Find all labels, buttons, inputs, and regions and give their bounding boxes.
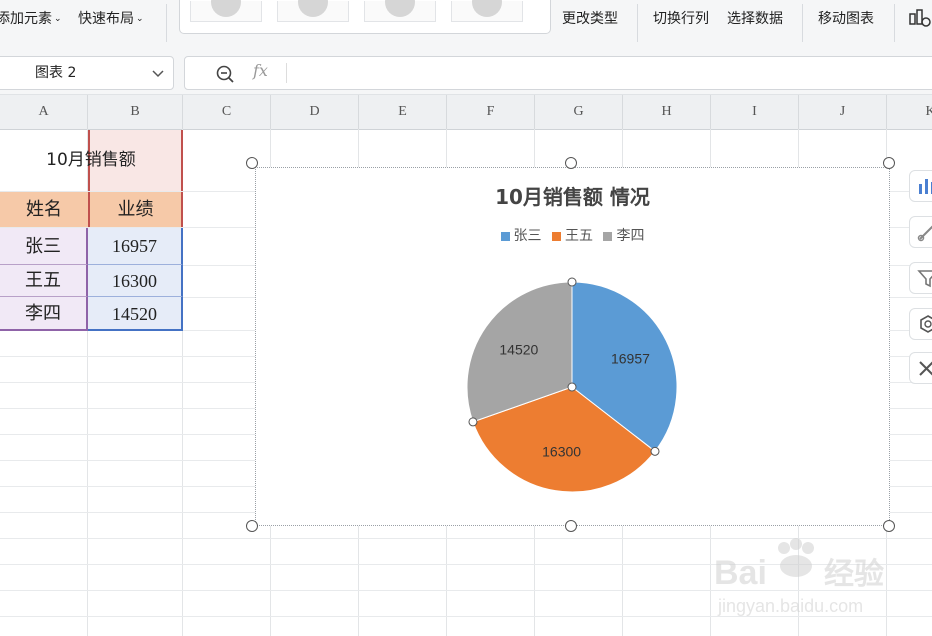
name-box[interactable]: 图表 2 [0, 56, 174, 90]
chart-style-thumb[interactable] [451, 0, 523, 22]
quick-layout-button[interactable]: 快速布局 ⌄ [78, 0, 144, 38]
chart-settings-icon [909, 9, 931, 27]
change-type-label: 更改类型 [562, 11, 618, 27]
svg-text:Bai: Bai [714, 554, 767, 592]
formula-input[interactable]: fx [184, 56, 932, 90]
name-box-value: 图表 2 [35, 65, 77, 81]
chevron-down-icon: ⌄ [136, 14, 144, 24]
chevron-down-icon: ⌄ [54, 14, 62, 24]
column-header-b[interactable]: B [88, 95, 183, 129]
resize-handle-bottom-left[interactable] [246, 520, 258, 532]
data-label[interactable]: 14520 [499, 341, 538, 357]
chevron-down-icon [152, 70, 164, 78]
divider [166, 4, 167, 42]
column-header-j[interactable]: J [799, 95, 887, 129]
divider [286, 63, 287, 83]
resize-handle-top-right[interactable] [883, 157, 895, 169]
bar-chart-icon [919, 179, 932, 194]
switch-row-col-button[interactable]: 切换行列 [653, 0, 709, 38]
pie-thumbnail-icon [211, 0, 241, 17]
chart-tools-ribbon: 添加元素 ⌄ 快速布局 ⌄ 更改类型 切换行列 选择数据 移动图表 [0, 0, 932, 51]
table-title-cell[interactable]: 10月销售额 [0, 130, 182, 191]
add-element-label: 添加元素 [0, 11, 52, 27]
divider [637, 4, 638, 42]
select-data-button[interactable]: 选择数据 [727, 0, 783, 38]
column-header-h[interactable]: H [623, 95, 711, 129]
chart-format-side-button[interactable] [909, 352, 932, 384]
grid-line [0, 616, 932, 617]
chart-elements-side-button[interactable] [909, 170, 932, 202]
grid-line [0, 564, 932, 565]
series-selection-point[interactable] [567, 382, 577, 392]
score-cell[interactable]: 16957 [88, 228, 183, 265]
data-label[interactable]: 16957 [611, 350, 650, 366]
header-cell-score[interactable]: 业绩 [88, 192, 183, 227]
column-header-bar: A B C D E F G H I J K [0, 95, 932, 130]
switch-row-col-label: 切换行列 [653, 11, 709, 27]
chart-style-thumb[interactable] [277, 0, 349, 22]
fx-icon[interactable]: fx [253, 61, 268, 80]
series-selection-point[interactable] [650, 446, 660, 456]
svg-text:经验: 经验 [824, 557, 884, 591]
resize-handle-bottom-right[interactable] [883, 520, 895, 532]
move-chart-button[interactable]: 移动图表 [818, 0, 874, 38]
data-label[interactable]: 16300 [542, 443, 581, 459]
tools-icon [919, 361, 932, 376]
series-selection-point[interactable] [567, 277, 577, 287]
column-header-f[interactable]: F [447, 95, 535, 129]
header-cell-name[interactable]: 姓名 [0, 192, 88, 227]
column-header-e[interactable]: E [359, 95, 447, 129]
resize-handle-top-left[interactable] [246, 157, 258, 169]
series-selection-point[interactable] [468, 417, 478, 427]
watermark-logo-icon: Bai 经验 jingyan.baidu.com [714, 538, 884, 616]
pie-thumbnail-icon [298, 0, 328, 17]
score-cell[interactable]: 14520 [88, 297, 183, 331]
pie-plot-area[interactable]: 16957 16300 14520 [256, 168, 889, 525]
divider [894, 4, 895, 42]
chart-style-thumb[interactable] [364, 0, 436, 22]
chart-filter-side-button[interactable] [909, 262, 932, 294]
column-header-k[interactable]: K [887, 95, 932, 129]
chart-style-thumb[interactable] [190, 0, 262, 22]
name-cell[interactable]: 张三 [0, 228, 88, 265]
resize-handle-bottom[interactable] [565, 520, 577, 532]
chart-object[interactable]: 10月销售额 情况 张三 王五 李四 16957 16300 14520 [255, 167, 890, 526]
quick-layout-label: 快速布局 [78, 11, 134, 27]
change-type-button[interactable]: 更改类型 [562, 0, 618, 38]
add-element-button[interactable]: 添加元素 ⌄ [0, 0, 62, 38]
resize-handle-top[interactable] [565, 157, 577, 169]
grid-line [0, 590, 932, 591]
column-header-c[interactable]: C [183, 95, 271, 129]
chart-style-side-button[interactable] [909, 216, 932, 248]
column-header-a[interactable]: A [0, 95, 88, 129]
formula-bar: 图表 2 fx [0, 50, 932, 95]
brush-icon [917, 225, 932, 242]
score-cell[interactable]: 16300 [88, 265, 183, 297]
chart-shape-side-button[interactable] [909, 308, 932, 340]
column-header-d[interactable]: D [271, 95, 359, 129]
chart-style-gallery[interactable] [179, 0, 551, 34]
name-cell[interactable]: 李四 [0, 297, 88, 331]
column-header-g[interactable]: G [535, 95, 623, 129]
column-header-i[interactable]: I [711, 95, 799, 129]
svg-text:jingyan.baidu.com: jingyan.baidu.com [717, 596, 863, 616]
zoom-out-icon[interactable] [215, 64, 235, 84]
divider [802, 4, 803, 42]
pie-thumbnail-icon [472, 0, 502, 17]
grid-line [0, 538, 932, 539]
hexagon-icon [920, 315, 932, 333]
name-cell[interactable]: 王五 [0, 265, 88, 297]
move-chart-label: 移动图表 [818, 11, 874, 27]
chart-tools-button[interactable] [908, 8, 932, 30]
pie-thumbnail-icon [385, 0, 415, 17]
select-data-label: 选择数据 [727, 11, 783, 27]
filter-icon [917, 270, 932, 288]
